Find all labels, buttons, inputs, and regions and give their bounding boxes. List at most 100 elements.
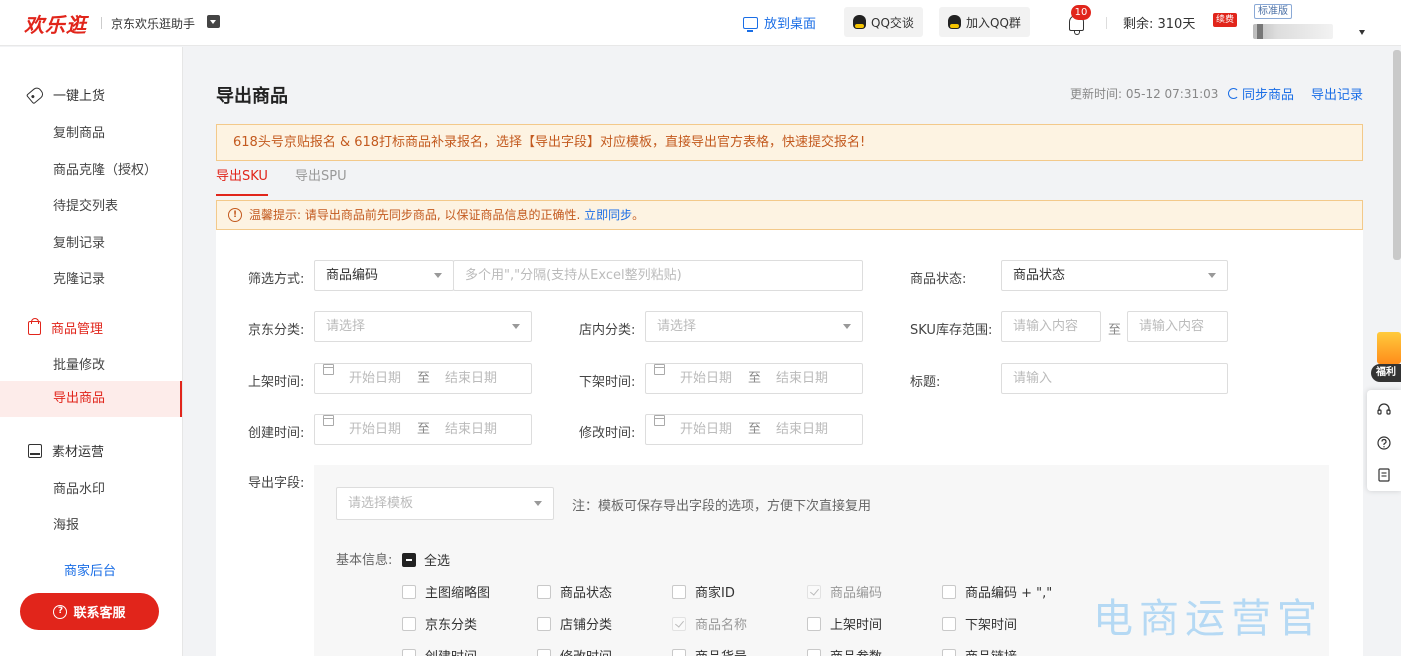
on-shelf-date-range[interactable]: 开始日期 至 结束日期 [314,363,532,394]
checkbox-icon [537,616,551,631]
status-label: 商品状态: [910,272,967,287]
chevron-down-icon [512,324,520,329]
field-option-checkbox[interactable]: 商品参数 [807,646,882,656]
status-value: 商品状态 [1013,268,1066,283]
modify-date-range[interactable]: 开始日期 至 结束日期 [645,414,863,445]
sync-products-link[interactable]: 同步商品 [1228,84,1294,103]
range-separator: 至 [1108,323,1122,338]
user-name-blurred[interactable] [1253,24,1333,39]
field-option-checkbox[interactable]: 商品链接 [942,646,1017,656]
sidebar-item-export-products[interactable]: 导出商品 [0,381,182,417]
chevron-down-icon [434,273,442,278]
field-option-checkbox[interactable]: 商品编码 + "," [942,582,1052,601]
field-option-checkbox[interactable]: 商品编码 [807,582,882,601]
merchant-backend-link[interactable]: 商家后台 [64,560,116,579]
filter-codes-input[interactable]: 多个用","分隔(支持从Excel整列粘贴) [453,260,863,291]
field-option-checkbox[interactable]: 上架时间 [807,614,882,633]
add-to-desktop-link[interactable]: 放到桌面 [743,13,816,32]
sidebar-group-material[interactable]: 素材运营 [28,441,104,460]
template-note: 注：模板可保存导出字段的选项，方便下次直接复用 [572,499,872,514]
checkbox-icon [402,584,416,599]
renew-button[interactable]: 续费 [1213,13,1238,27]
field-option-checkbox[interactable]: 创建时间 [402,646,477,656]
range-separator: 至 [748,371,762,386]
help-icon: ? [53,604,68,619]
tag-icon [25,85,46,104]
sidebar-group-product-management[interactable]: 商品管理 [28,317,103,337]
tab-export-spu[interactable]: 导出SPU [295,165,347,194]
stock-min-input[interactable]: 请输入内容 [1001,311,1101,342]
status-select[interactable]: 商品状态 [1001,260,1228,291]
user-avatar [1257,24,1263,39]
material-icon [28,443,42,458]
qq-group-button[interactable]: 加入QQ群 [939,7,1030,37]
create-time-label: 创建时间: [248,426,305,441]
filter-mode-value: 商品编码 [326,268,379,283]
checkbox-icon [402,616,416,631]
field-option-checkbox[interactable]: 商品状态 [537,582,612,601]
chevron-down-icon [1208,273,1216,278]
jd-category-select[interactable]: 请选择 [314,311,532,342]
field-option-checkbox[interactable]: 商品货号 [672,646,747,656]
field-option-label: 商家ID [695,586,735,601]
headset-icon[interactable] [1377,403,1391,417]
export-records-link[interactable]: 导出记录 [1311,84,1363,103]
app-menu-caret-icon[interactable] [207,15,220,28]
qq-chat-button[interactable]: QQ交谈 [844,7,923,37]
field-option-checkbox[interactable]: 店铺分类 [537,614,612,633]
sidebar-item-batch-edit[interactable]: 批量修改 [53,354,105,373]
sidebar-item-copy-product[interactable]: 复制商品 [53,122,105,141]
divider [1106,17,1107,29]
calendar-icon [323,364,334,375]
create-date-range[interactable]: 开始日期 至 结束日期 [314,414,532,445]
sync-warning: ! 温馨提示: 请导出商品前先同步商品, 以保证商品信息的正确性. 立即同步。 [216,200,1363,230]
contact-support-button[interactable]: ? 联系客服 [20,593,159,630]
select-all-checkbox[interactable]: 全选 [402,550,450,569]
sidebar-item-clone-product[interactable]: 商品克隆（授权） [53,159,157,178]
sidebar-item-poster[interactable]: 海报 [53,514,79,533]
sidebar-item-watermark[interactable]: 商品水印 [53,478,105,497]
warning-icon: ! [228,208,242,222]
end-date-placeholder: 结束日期 [776,422,829,437]
range-separator: 至 [748,422,762,437]
sync-now-link[interactable]: 立即同步 [584,208,632,222]
add-to-desktop-label: 放到桌面 [764,17,817,32]
start-date-placeholder: 开始日期 [680,422,733,437]
tab-export-sku[interactable]: 导出SKU [216,165,268,196]
document-icon[interactable] [1377,468,1391,482]
stock-range-label: SKU库存范围: [910,323,993,338]
warning-text: 温馨提示: 请导出商品前先同步商品, 以保证商品信息的正确性. [249,208,585,222]
contact-support-label: 联系客服 [73,606,126,621]
field-option-label: 商品状态 [560,586,613,601]
field-option-label: 店铺分类 [560,618,613,633]
user-menu-caret-icon[interactable] [1359,30,1365,35]
field-option-checkbox[interactable]: 修改时间 [537,646,612,656]
checked-checkbox-icon [672,616,686,631]
field-option-checkbox[interactable]: 京东分类 [402,614,477,633]
filter-mode-label: 筛选方式: [248,272,305,287]
field-option-checkbox[interactable]: 下架时间 [942,614,1017,633]
title-label: 标题: [910,375,941,390]
sidebar-group-upload[interactable]: 一键上货 [25,85,105,104]
welfare-widget[interactable]: 福利 [1371,330,1401,384]
export-fields-label: 导出字段: [248,476,305,491]
notification-badge: 10 [1071,5,1091,20]
app-logo[interactable]: 欢乐逛 [24,9,87,38]
stock-max-input[interactable]: 请输入内容 [1127,311,1228,342]
page-title: 导出商品 [216,86,288,107]
field-option-label: 上架时间 [830,618,883,633]
template-select[interactable]: 请选择模板 [336,487,554,520]
sidebar-item-clone-records[interactable]: 克隆记录 [53,268,105,287]
field-option-checkbox[interactable]: 商品名称 [672,614,747,633]
question-icon[interactable] [1377,436,1391,450]
checkbox-icon [537,584,551,599]
sidebar-item-pending-list[interactable]: 待提交列表 [53,195,118,214]
filter-mode-select[interactable]: 商品编码 [314,260,454,291]
field-option-checkbox[interactable]: 商家ID [672,582,735,601]
off-shelf-date-range[interactable]: 开始日期 至 结束日期 [645,363,863,394]
scrollbar[interactable] [1393,50,1401,260]
sidebar-item-copy-records[interactable]: 复制记录 [53,232,105,251]
shop-category-select[interactable]: 请选择 [645,311,863,342]
title-input[interactable]: 请输入 [1001,363,1228,394]
field-option-checkbox[interactable]: 主图缩略图 [402,582,490,601]
